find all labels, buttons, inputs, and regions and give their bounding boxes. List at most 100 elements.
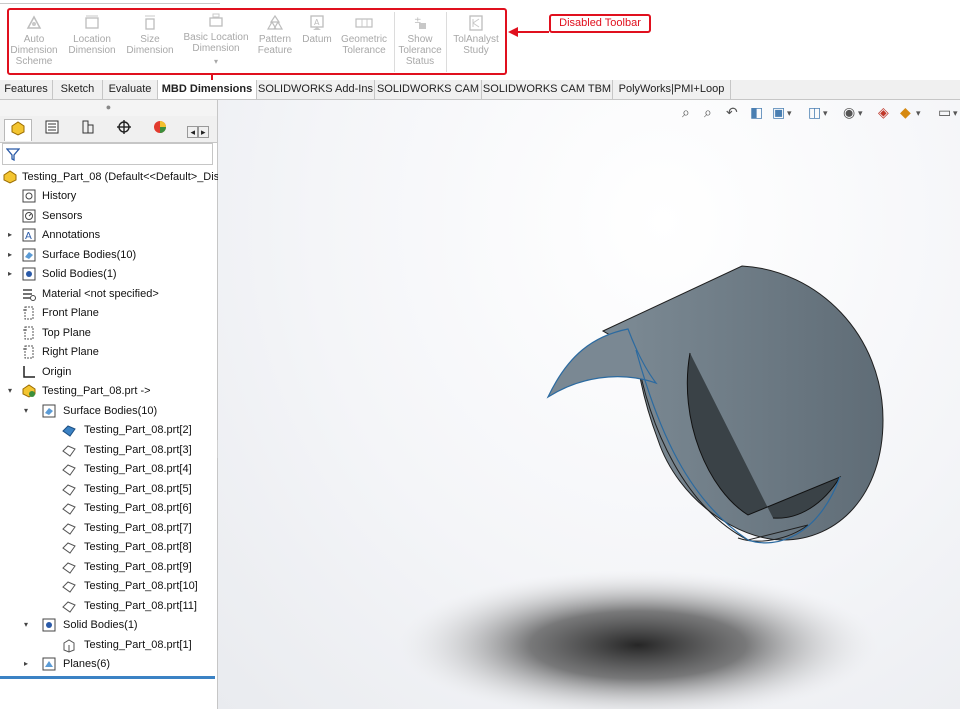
tree-item-imported-part[interactable]: ▾ Testing_Part_08.prt -> [8, 382, 151, 401]
dropdown-arrow-icon[interactable]: ▾ [953, 108, 958, 119]
tree-item-history[interactable]: History [8, 187, 76, 206]
tree-item-label: Testing_Part_08.prt[2] [84, 424, 192, 436]
tree-item-label: Origin [42, 366, 72, 378]
display-style-icon[interactable]: ◉ [843, 104, 855, 121]
tree-item-planes[interactable]: ▸ Planes(6) [24, 655, 110, 674]
tree-item-surface-body[interactable]: Testing_Part_08.prt[8] [62, 538, 192, 557]
tree-item-surface-body[interactable]: Testing_Part_08.prt[5] [62, 480, 192, 499]
tree-item-right-plane[interactable]: Right Plane [8, 343, 99, 362]
zoom-to-area-icon[interactable]: ⌕ [704, 104, 712, 121]
feature-manager-tab[interactable] [4, 119, 32, 141]
tree-item-surface-bodies-folder[interactable]: ▾ Surface Bodies(10) [24, 402, 157, 421]
scroll-left-icon[interactable]: ◂ [187, 126, 198, 138]
tree-item-front-plane[interactable]: Front Plane [8, 304, 99, 323]
configuration-manager-tab[interactable] [74, 119, 102, 141]
svg-text:A: A [25, 231, 32, 242]
tree-item-top-plane[interactable]: Top Plane [8, 324, 91, 343]
model-canvas[interactable] [218, 100, 960, 709]
tree-item-label: Right Plane [42, 346, 99, 358]
tab-evaluate[interactable]: Evaluate [103, 80, 158, 99]
previous-view-icon[interactable]: ↶ [726, 104, 738, 121]
tree-item-material[interactable]: Material <not specified> [8, 285, 159, 304]
tree-item-label: Testing_Part_08.prt[3] [84, 444, 192, 456]
expand-arrow-icon[interactable]: ▸ [8, 270, 16, 278]
tree-item-surface-body[interactable]: Testing_Part_08.prt[2] [62, 421, 192, 440]
surface-body-icon [62, 581, 76, 593]
surface-body-icon [62, 523, 76, 535]
tab-solidworks-cam-tbm[interactable]: SOLIDWORKS CAM TBM [482, 80, 613, 99]
dropdown-arrow-icon[interactable]: ▾ [787, 108, 792, 119]
display-manager-tab[interactable] [146, 119, 174, 141]
tab-sketch[interactable]: Sketch [53, 80, 103, 99]
solid-body-icon [63, 639, 75, 653]
scroll-right-icon[interactable]: ▸ [198, 126, 209, 138]
tab-polyworks[interactable]: PolyWorks|PMI+Loop [613, 80, 731, 99]
tab-mbd-dimensions[interactable]: MBD Dimensions [158, 80, 257, 99]
property-manager-tab[interactable] [38, 119, 66, 141]
ribbon-top-divider [0, 0, 220, 4]
collapse-arrow-icon[interactable]: ▾ [24, 621, 32, 629]
tree-filter-box[interactable] [2, 143, 213, 165]
ground-shadow [398, 570, 878, 709]
tab-solidworks-cam[interactable]: SOLIDWORKS CAM [375, 80, 482, 99]
feature-manager-icon [11, 121, 25, 136]
tree-item-label: Solid Bodies(1) [42, 268, 117, 280]
tree-item-surface-body[interactable]: Testing_Part_08.prt[10] [62, 577, 198, 596]
expand-arrow-icon[interactable]: ▸ [24, 660, 32, 668]
view-orientation-icon[interactable]: ◫ [808, 104, 821, 121]
tree-item-sensors[interactable]: Sensors [8, 207, 82, 226]
tree-item-annotations[interactable]: ▸ A Annotations [8, 226, 100, 245]
tree-root-part[interactable]: Testing_Part_08 (Default<<Default>_Disp [3, 168, 225, 187]
tree-item-solid-bodies-folder[interactable]: ▾ Solid Bodies(1) [24, 616, 138, 635]
surface-bodies-icon [42, 404, 56, 418]
pane-grip-handle[interactable]: ● [0, 100, 217, 116]
collapse-arrow-icon[interactable]: ▾ [24, 407, 32, 415]
tree-item-solid-body[interactable]: Testing_Part_08.prt[1] [62, 636, 192, 655]
tree-item-solid-bodies[interactable]: ▸ Solid Bodies(1) [8, 265, 117, 284]
collapse-arrow-icon[interactable]: ▾ [8, 387, 16, 395]
tree-item-label: Front Plane [42, 307, 99, 319]
apply-scene-icon[interactable]: ◆ [900, 104, 911, 121]
dimxpert-manager-tab[interactable] [110, 119, 138, 141]
dropdown-arrow-icon[interactable]: ▾ [823, 108, 828, 119]
tree-item-surface-body[interactable]: Testing_Part_08.prt[4] [62, 460, 192, 479]
surface-body-icon [62, 484, 76, 496]
zoom-to-fit-icon[interactable]: ⌕ [682, 104, 690, 121]
manager-tab-scroll[interactable]: ◂ ▸ [182, 119, 214, 141]
expand-arrow-icon[interactable]: ▸ [8, 251, 16, 259]
section-view-icon[interactable]: ◧ [750, 104, 763, 121]
crosshair-icon [117, 120, 131, 134]
imported-part-icon [22, 384, 36, 398]
dropdown-arrow-icon[interactable]: ▾ [916, 108, 921, 119]
history-icon [22, 189, 36, 203]
tab-solidworks-add-ins[interactable]: SOLIDWORKS Add-Ins [257, 80, 375, 99]
callout-arrow-head [508, 27, 518, 37]
tree-item-surface-body[interactable]: Testing_Part_08.prt[3] [62, 441, 192, 460]
dynamic-annotation-icon[interactable]: ▣ [772, 104, 785, 121]
tree-item-surface-bodies[interactable]: ▸ Surface Bodies(10) [8, 246, 136, 265]
view-settings-icon[interactable]: ▭ [938, 104, 951, 121]
expand-arrow-icon[interactable]: ▸ [8, 231, 16, 239]
surface-body-icon [62, 464, 76, 476]
tree-item-surface-body[interactable]: Testing_Part_08.prt[7] [62, 519, 192, 538]
tree-item-label: Solid Bodies(1) [63, 619, 138, 631]
dropdown-arrow-icon[interactable]: ▾ [858, 108, 863, 119]
graphics-viewport[interactable] [218, 100, 960, 709]
tree-item-surface-body[interactable]: Testing_Part_08.prt[9] [62, 558, 192, 577]
planes-folder-icon [42, 657, 56, 671]
tree-item-label: Planes(6) [63, 658, 111, 670]
plane-icon [23, 326, 34, 340]
tab-features[interactable]: Features [0, 80, 53, 99]
configuration-manager-icon [82, 120, 94, 134]
rollback-bar[interactable] [0, 676, 215, 679]
annotations-icon: A [22, 228, 36, 242]
tree-item-surface-body[interactable]: Testing_Part_08.prt[6] [62, 499, 192, 518]
tree-item-label: Testing_Part_08.prt[8] [84, 541, 192, 553]
tree-item-surface-body[interactable]: Testing_Part_08.prt[11] [62, 597, 197, 616]
tree-item-origin[interactable]: Origin [8, 363, 71, 382]
feature-manager-pane: ● ◂ ▸ Testing_Part_08 (Default<<Default>_… [0, 100, 225, 709]
tree-item-label: Testing_Part_08.prt[6] [84, 502, 192, 514]
solid-bodies-icon [42, 618, 56, 632]
edit-appearance-icon[interactable]: ◈ [878, 104, 889, 121]
tree-item-label: Annotations [42, 229, 101, 241]
